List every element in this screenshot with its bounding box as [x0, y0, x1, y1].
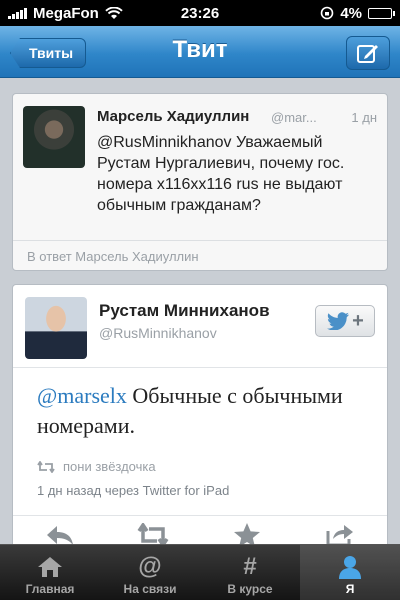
navigation-bar: Твиты Твит: [0, 26, 400, 78]
tab-connect[interactable]: @ На связи: [100, 545, 200, 600]
favorites-line[interactable]: пони звёздочка: [37, 459, 156, 474]
avatar[interactable]: [23, 106, 85, 168]
page-title: Твит: [172, 36, 228, 63]
favorites-text: пони звёздочка: [63, 459, 156, 474]
tab-label: В курсе: [227, 582, 273, 596]
tweet-meta: 1 дн назад через Twitter for iPad: [37, 483, 230, 498]
avatar[interactable]: [25, 297, 87, 359]
battery-icon: [368, 7, 395, 19]
hash-icon: #: [243, 553, 257, 580]
mention-link[interactable]: @marselx: [37, 383, 127, 408]
reply-tweet-text: @RusMinnikhanov Уважаемый Рустам Нургали…: [97, 134, 345, 214]
author-handle: @RusMinnikhanov: [99, 325, 217, 341]
tab-me[interactable]: Я: [300, 545, 400, 600]
divider: [13, 367, 387, 368]
plus-icon: +: [352, 309, 364, 332]
reply-tweet-card[interactable]: Марсель Хадиуллин @mar... 1 дн @RusMinni…: [12, 93, 388, 271]
retweet-icon: [37, 460, 55, 473]
compose-button[interactable]: [346, 36, 390, 70]
home-icon: [36, 552, 64, 582]
status-time: 23:26: [180, 4, 220, 22]
main-tweet-card: Рустам Минниханов @RusMinnikhanov + @mar…: [12, 284, 388, 554]
reply-timestamp: 1 дн: [351, 110, 377, 125]
at-icon: @: [138, 553, 162, 580]
compose-icon: [357, 45, 378, 63]
status-bar: MegaFon 23:26 4%: [0, 0, 400, 26]
tab-label: На связи: [123, 582, 177, 596]
twitter-bird-icon: [327, 312, 350, 330]
signal-icon: [8, 7, 27, 19]
tab-label: Главная: [25, 582, 75, 596]
tab-home[interactable]: Главная: [0, 545, 100, 600]
share-icon: [326, 524, 354, 546]
author-name: Рустам Минниханов: [99, 301, 270, 320]
reply-icon: [46, 525, 73, 545]
reply-author-name: Марсель Хадиуллин: [97, 108, 250, 125]
tweet-detail: Марсель Хадиуллин @mar... 1 дн @RusMinni…: [0, 79, 400, 554]
person-icon: [337, 552, 363, 582]
tab-bar: Главная @ На связи # В курсе Я: [0, 544, 400, 600]
follow-button[interactable]: +: [315, 305, 375, 337]
battery-percent: 4%: [340, 4, 362, 22]
tweet-text: @marselx Обычные с обычными номерами.: [37, 381, 377, 441]
reply-footer[interactable]: В ответ Марсель Хадиуллин: [13, 240, 387, 270]
tab-discover[interactable]: # В курсе: [200, 545, 300, 600]
carrier-name: MegaFon: [33, 4, 99, 22]
tab-label: Я: [345, 582, 355, 596]
rotation-lock-icon: [321, 6, 334, 20]
status-right: 4%: [242, 4, 395, 22]
reply-author-handle: @mar...: [271, 110, 317, 125]
status-left: MegaFon: [8, 5, 158, 22]
retweet-icon: [137, 522, 169, 547]
wifi-icon: [105, 6, 123, 19]
